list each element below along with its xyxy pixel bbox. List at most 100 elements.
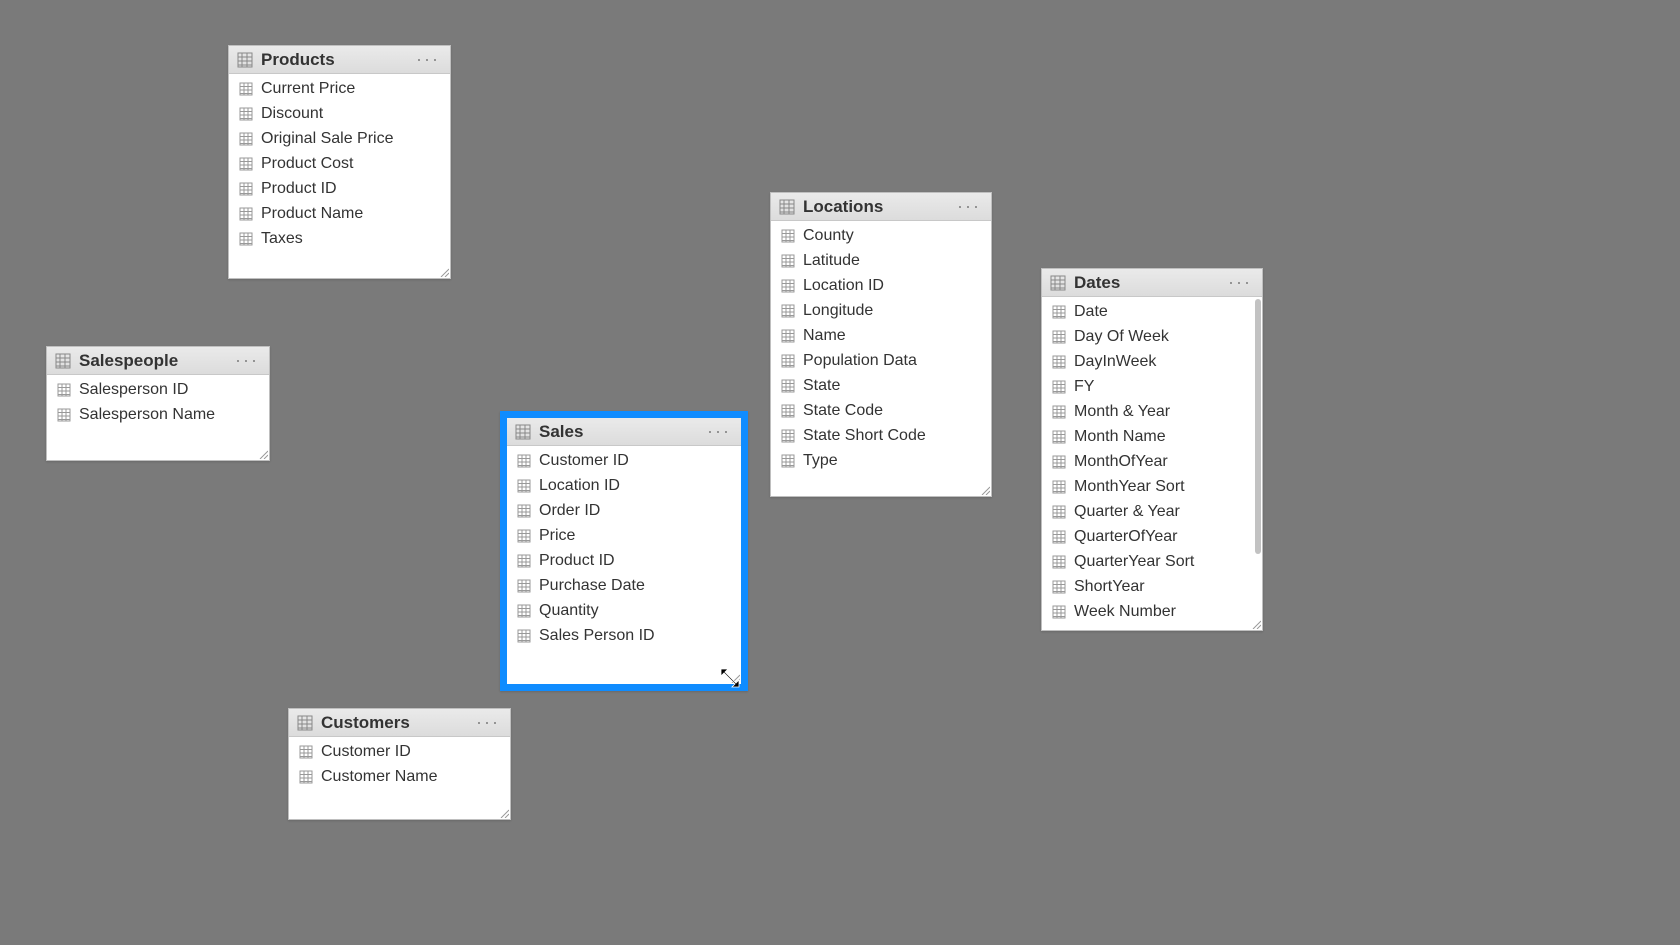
field-row[interactable]: State Short Code xyxy=(771,423,991,448)
field-label: Latitude xyxy=(803,252,860,270)
column-icon xyxy=(1052,430,1066,444)
field-row[interactable]: Current Price xyxy=(229,76,450,101)
table-title: Salespeople xyxy=(79,351,233,371)
field-row[interactable]: Month & Year xyxy=(1042,399,1262,424)
field-list-locations: County Latitude Location IDLongitude Name Po… xyxy=(771,221,991,475)
field-label: Salesperson ID xyxy=(79,381,188,399)
resize-handle[interactable] xyxy=(258,449,268,459)
field-label: Week Number xyxy=(1074,603,1176,621)
resize-handle[interactable] xyxy=(499,808,509,818)
field-row[interactable]: Price xyxy=(507,523,741,548)
field-label: Population Data xyxy=(803,352,917,370)
field-row[interactable]: ShortYear xyxy=(1042,574,1262,599)
field-row[interactable]: Sales Person ID xyxy=(507,623,741,648)
table-icon xyxy=(55,353,71,369)
field-row[interactable]: Name xyxy=(771,323,991,348)
field-label: MonthOfYear xyxy=(1074,453,1168,471)
column-icon xyxy=(239,82,253,96)
field-row[interactable]: Date xyxy=(1042,299,1262,324)
more-menu-button[interactable]: ··· xyxy=(233,350,261,371)
field-label: Location ID xyxy=(539,477,620,495)
column-icon xyxy=(517,554,531,568)
resize-handle[interactable] xyxy=(439,267,449,277)
field-row[interactable]: FY xyxy=(1042,374,1262,399)
more-menu-button[interactable]: ··· xyxy=(705,421,733,442)
column-icon xyxy=(781,304,795,318)
field-row[interactable]: Location ID xyxy=(771,273,991,298)
field-row[interactable]: DayInWeek xyxy=(1042,349,1262,374)
table-card-salespeople[interactable]: Salespeople ··· Salesperson ID Salesperso… xyxy=(46,346,270,461)
field-row[interactable]: State xyxy=(771,373,991,398)
field-label: Discount xyxy=(261,105,323,123)
column-icon xyxy=(1052,555,1066,569)
scrollbar[interactable] xyxy=(1255,299,1261,618)
field-row[interactable]: Salesperson ID xyxy=(47,377,269,402)
more-menu-button[interactable]: ··· xyxy=(414,49,442,70)
table-header-salespeople[interactable]: Salespeople ··· xyxy=(47,347,269,375)
field-row[interactable]: Week Number xyxy=(1042,599,1262,624)
field-row[interactable]: Discount xyxy=(229,101,450,126)
field-row[interactable]: Product Cost xyxy=(229,151,450,176)
field-row[interactable]: QuarterYear Sort xyxy=(1042,549,1262,574)
table-header-locations[interactable]: Locations ··· xyxy=(771,193,991,221)
field-row[interactable]: Quantity xyxy=(507,598,741,623)
table-card-products[interactable]: Products ··· Current Price Discount Origin… xyxy=(228,45,451,279)
field-row[interactable]: Product ID xyxy=(507,548,741,573)
column-icon xyxy=(1052,505,1066,519)
column-icon xyxy=(781,454,795,468)
table-card-locations[interactable]: Locations ··· County Latitude Location IDL… xyxy=(770,192,992,497)
field-row[interactable]: Salesperson Name xyxy=(47,402,269,427)
field-row[interactable]: Product Name xyxy=(229,201,450,226)
column-icon xyxy=(781,329,795,343)
field-row[interactable]: QuarterOfYear xyxy=(1042,524,1262,549)
field-row[interactable]: Product ID xyxy=(229,176,450,201)
field-row[interactable]: Population Data xyxy=(771,348,991,373)
field-row[interactable]: Location ID xyxy=(507,473,741,498)
field-row[interactable]: County xyxy=(771,223,991,248)
more-menu-button[interactable]: ··· xyxy=(955,196,983,217)
table-card-customers[interactable]: Customers ··· Customer IDCustomer Name xyxy=(288,708,511,820)
table-header-customers[interactable]: Customers ··· xyxy=(289,709,510,737)
column-icon xyxy=(781,429,795,443)
field-label: Quarter & Year xyxy=(1074,503,1180,521)
field-row[interactable]: Customer ID xyxy=(289,739,510,764)
field-row[interactable]: Month Name xyxy=(1042,424,1262,449)
table-title: Dates xyxy=(1074,273,1226,293)
field-row[interactable]: Latitude xyxy=(771,248,991,273)
table-icon xyxy=(515,424,531,440)
table-card-sales[interactable]: Sales ··· Customer ID Location ID Order ID… xyxy=(500,411,748,691)
field-label: Customer ID xyxy=(539,452,629,470)
field-row[interactable]: Purchase Date xyxy=(507,573,741,598)
field-row[interactable]: Quarter & Year xyxy=(1042,499,1262,524)
field-row[interactable]: Original Sale Price xyxy=(229,126,450,151)
field-row[interactable]: Type xyxy=(771,448,991,473)
field-row[interactable]: Customer ID xyxy=(507,448,741,473)
field-label: Name xyxy=(803,327,846,345)
field-row[interactable]: Order ID xyxy=(507,498,741,523)
resize-handle[interactable] xyxy=(730,673,740,683)
more-menu-button[interactable]: ··· xyxy=(1226,272,1254,293)
field-row[interactable]: Taxes xyxy=(229,226,450,251)
table-header-sales[interactable]: Sales ··· xyxy=(507,418,741,446)
field-row[interactable]: MonthYear Sort xyxy=(1042,474,1262,499)
field-list-products: Current Price Discount Original Sale Price… xyxy=(229,74,450,253)
field-row[interactable]: MonthOfYear xyxy=(1042,449,1262,474)
table-header-products[interactable]: Products ··· xyxy=(229,46,450,74)
field-row[interactable]: Customer Name xyxy=(289,764,510,789)
table-card-dates[interactable]: Dates ··· DateDay Of WeekDayInWeekFYMont… xyxy=(1041,268,1263,631)
column-icon xyxy=(1052,330,1066,344)
column-icon xyxy=(517,579,531,593)
field-label: QuarterOfYear xyxy=(1074,528,1177,546)
field-list-dates: DateDay Of WeekDayInWeekFYMonth & YearMo… xyxy=(1042,297,1262,626)
more-menu-button[interactable]: ··· xyxy=(474,712,502,733)
column-icon xyxy=(239,157,253,171)
resize-handle[interactable] xyxy=(1251,619,1261,629)
resize-handle[interactable] xyxy=(980,485,990,495)
scrollbar-thumb[interactable] xyxy=(1255,299,1261,554)
field-label: Day Of Week xyxy=(1074,328,1169,346)
field-row[interactable]: Longitude xyxy=(771,298,991,323)
field-row[interactable]: Day Of Week xyxy=(1042,324,1262,349)
table-header-dates[interactable]: Dates ··· xyxy=(1042,269,1262,297)
field-row[interactable]: State Code xyxy=(771,398,991,423)
model-canvas[interactable]: Products ··· Current Price Discount Origin… xyxy=(0,0,1680,945)
